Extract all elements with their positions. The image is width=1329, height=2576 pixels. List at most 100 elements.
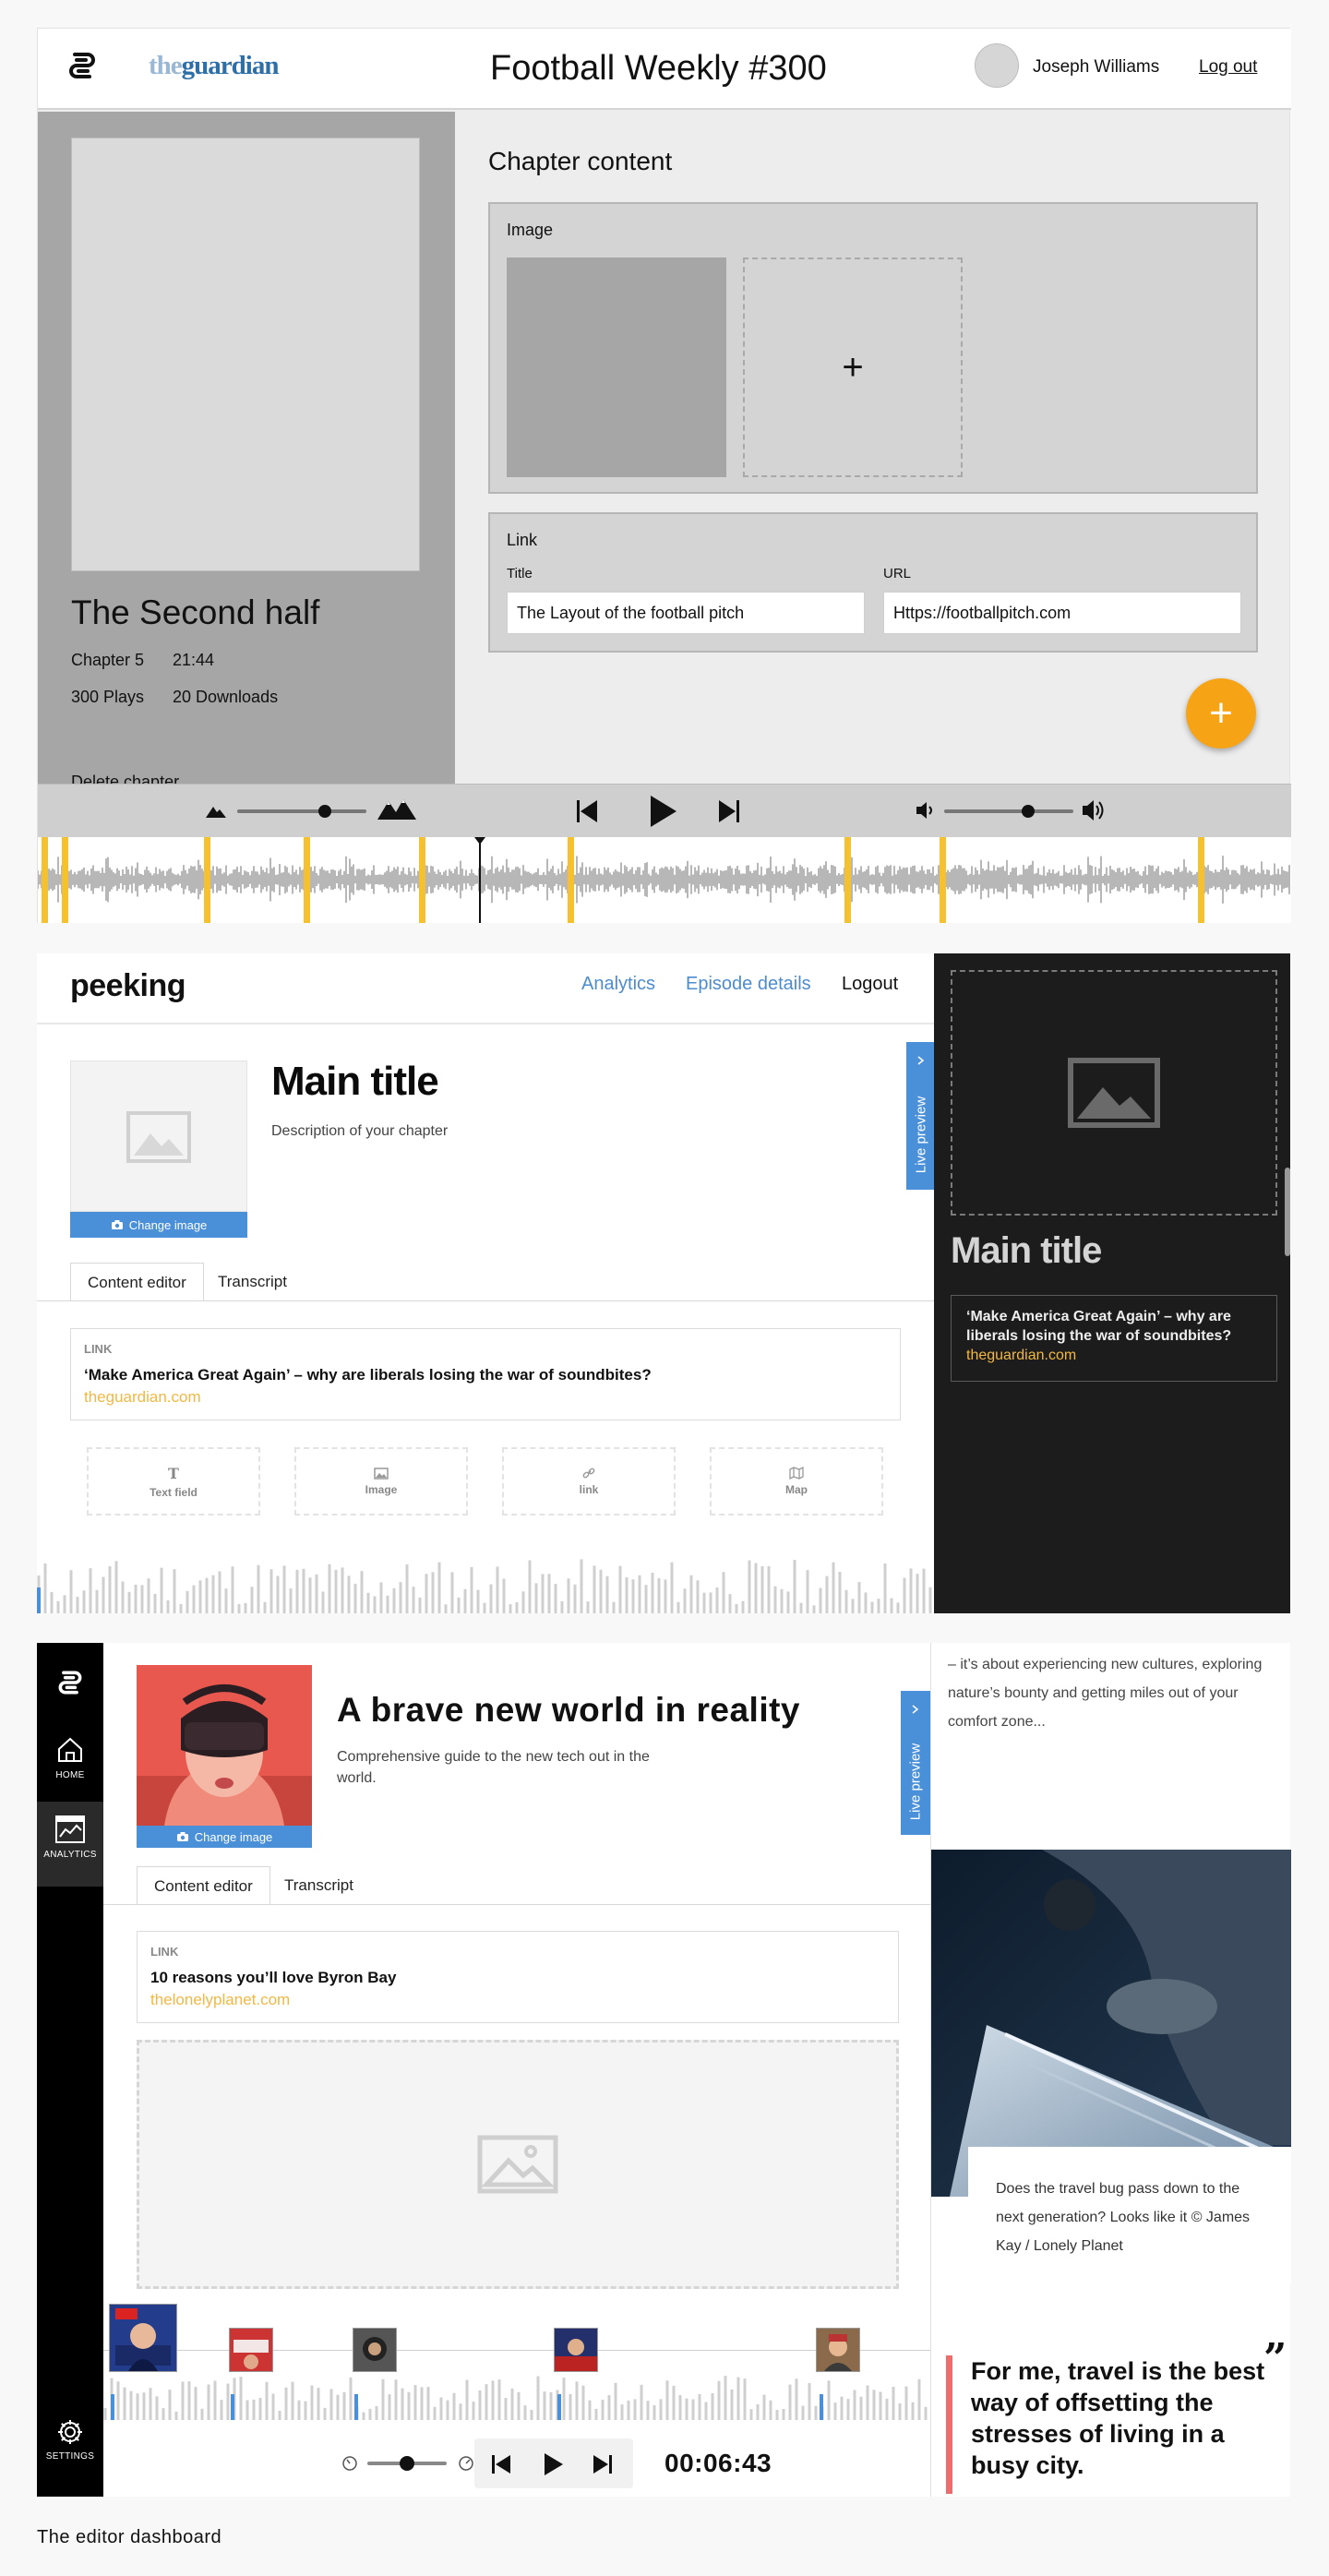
speed-slider[interactable]: [237, 805, 366, 818]
chapter-marker[interactable]: [354, 2394, 358, 2420]
sidebar-item-settings[interactable]: SETTINGS: [37, 2418, 103, 2462]
audio-waveform[interactable]: [103, 2372, 936, 2420]
peeking-logo[interactable]: peeking: [70, 968, 186, 1004]
tool-label-text-field: Text field: [150, 1485, 198, 1499]
analytics-icon: [55, 1815, 85, 1843]
sidebar-item-analytics[interactable]: ANALYTICS: [37, 1815, 103, 1860]
playhead[interactable]: [479, 837, 481, 923]
skip-forward-button[interactable]: [717, 797, 741, 825]
tab-content-editor[interactable]: Content editor: [70, 1263, 204, 1301]
playback-time: 00:06:43: [664, 2449, 772, 2477]
chapter-thumbnail[interactable]: [109, 2304, 177, 2372]
add-image-button[interactable]: +: [743, 258, 963, 477]
add-text-field-button[interactable]: T Text field: [87, 1447, 260, 1516]
link-card-title: ‘Make America Great Again’ – why are lib…: [84, 1366, 652, 1384]
chapter-marker[interactable]: [940, 837, 946, 923]
avatar[interactable]: [975, 43, 1019, 88]
preview-scrollbar[interactable]: [1285, 1168, 1290, 1256]
link-card[interactable]: LINK ‘Make America Great Again’ – why ar…: [70, 1328, 901, 1420]
tool-label-image: Image: [365, 1482, 398, 1496]
add-map-tool-button[interactable]: Map: [710, 1447, 883, 1516]
nav-divider: [37, 1023, 934, 1024]
chapter-thumbnail[interactable]: [353, 2328, 397, 2372]
speed-slow-icon: [341, 2455, 358, 2472]
chapter-sidebar: The Second half Chapter 5 21:44 300 Play…: [38, 112, 455, 811]
chapter-marker[interactable]: [844, 837, 851, 923]
image-placeholder-icon: [126, 1111, 191, 1163]
waveform-timeline[interactable]: [38, 837, 1291, 923]
live-preview-toggle[interactable]: Live preview: [906, 1042, 936, 1190]
guardian-logo[interactable]: theguardian: [149, 51, 279, 81]
skip-forward-button[interactable]: [593, 2453, 613, 2475]
chapter-photo[interactable]: [137, 1665, 312, 1826]
logout-link[interactable]: Log out: [1199, 57, 1257, 78]
chapter-marker[interactable]: [231, 2394, 234, 2420]
nav-episode-details[interactable]: Episode details: [686, 974, 811, 995]
tab-transcript[interactable]: Transcript: [268, 1866, 370, 1905]
camera-icon: [111, 1220, 123, 1229]
speed-slider[interactable]: [367, 2456, 447, 2471]
chapter-marker[interactable]: [1198, 837, 1204, 923]
link-card[interactable]: LINK 10 reasons you’ll love Byron Bay th…: [137, 1931, 899, 2023]
skip-back-button[interactable]: [575, 797, 599, 825]
chapter-marker[interactable]: [42, 837, 48, 923]
nav-logout[interactable]: Logout: [842, 974, 898, 995]
chapter-marker[interactable]: [557, 2394, 561, 2420]
main-title[interactable]: Main title: [271, 1059, 439, 1105]
chapter-description[interactable]: Description of your chapter: [271, 1123, 448, 1140]
playhead-handle[interactable]: [474, 837, 485, 845]
live-preview-toggle[interactable]: Live preview: [901, 1691, 930, 1835]
waveform-bars: [37, 1559, 932, 1613]
image-drop-zone[interactable]: [137, 2040, 899, 2289]
main-title[interactable]: A brave new world in reality: [337, 1691, 800, 1730]
speed-fast-icon: [458, 2455, 474, 2472]
chapter-content-heading: Chapter content: [488, 147, 673, 175]
change-image-button[interactable]: Change image: [70, 1212, 247, 1238]
chapter-cover-image[interactable]: [71, 138, 420, 571]
chapter-marker[interactable]: [37, 1588, 41, 1613]
chapter-thumbnail[interactable]: [554, 2328, 598, 2372]
speed-slider-handle[interactable]: [400, 2456, 414, 2471]
image-icon: [374, 1467, 389, 1480]
play-button[interactable]: [647, 794, 678, 829]
waveform-graphic: [103, 2376, 934, 2420]
chapter-description[interactable]: Comprehensive guide to the new tech out …: [337, 1746, 651, 1789]
nav-analytics[interactable]: Analytics: [581, 974, 655, 995]
image-thumbnail[interactable]: [507, 258, 726, 477]
chapter-marker[interactable]: [568, 837, 574, 923]
play-button[interactable]: [543, 2451, 565, 2477]
chapter-thumbnail[interactable]: [229, 2328, 273, 2372]
speed-slider-handle[interactable]: [318, 805, 332, 818]
add-image-tool-button[interactable]: Image: [294, 1447, 468, 1516]
chapter-marker[interactable]: [419, 837, 425, 923]
chevron-right-icon: [916, 1055, 927, 1066]
chapter-marker[interactable]: [304, 837, 310, 923]
change-image-label: Change image: [194, 1829, 273, 1844]
chapter-image-placeholder[interactable]: [70, 1060, 247, 1212]
playback-controls: [474, 2438, 633, 2488]
chapter-thumbnail[interactable]: [816, 2328, 860, 2372]
link-url-field[interactable]: Https://footballpitch.com: [883, 592, 1241, 634]
preview-photo: [931, 1850, 1291, 2197]
tab-content-editor[interactable]: Content editor: [137, 1866, 270, 1905]
link-title-field[interactable]: The Layout of the football pitch: [507, 592, 865, 634]
chapter-marker[interactable]: [111, 2394, 114, 2420]
chapter-marker[interactable]: [62, 837, 68, 923]
app-logo-icon[interactable]: [55, 1669, 85, 1696]
preview-title: Main title: [951, 1230, 1102, 1271]
tab-transcript[interactable]: Transcript: [201, 1263, 304, 1301]
add-content-button[interactable]: +: [1186, 678, 1256, 749]
preview-link-card[interactable]: ‘Make America Great Again’ – why are lib…: [951, 1295, 1277, 1382]
add-link-tool-button[interactable]: link: [502, 1447, 676, 1516]
skip-back-button[interactable]: [491, 2453, 511, 2475]
guardian-editor-panel: theguardian Football Weekly #300 Joseph …: [37, 28, 1291, 923]
sidebar-item-home[interactable]: HOME: [37, 1735, 103, 1780]
audio-waveform[interactable]: [37, 1555, 934, 1613]
change-image-button[interactable]: Change image: [137, 1826, 312, 1848]
chapter-marker[interactable]: [820, 2394, 823, 2420]
page-caption: The editor dashboard: [37, 2527, 222, 2547]
chapter-marker[interactable]: [204, 837, 210, 923]
volume-slider-handle[interactable]: [1022, 805, 1035, 818]
app-logo-icon[interactable]: [66, 51, 99, 80]
volume-slider[interactable]: [944, 805, 1073, 818]
